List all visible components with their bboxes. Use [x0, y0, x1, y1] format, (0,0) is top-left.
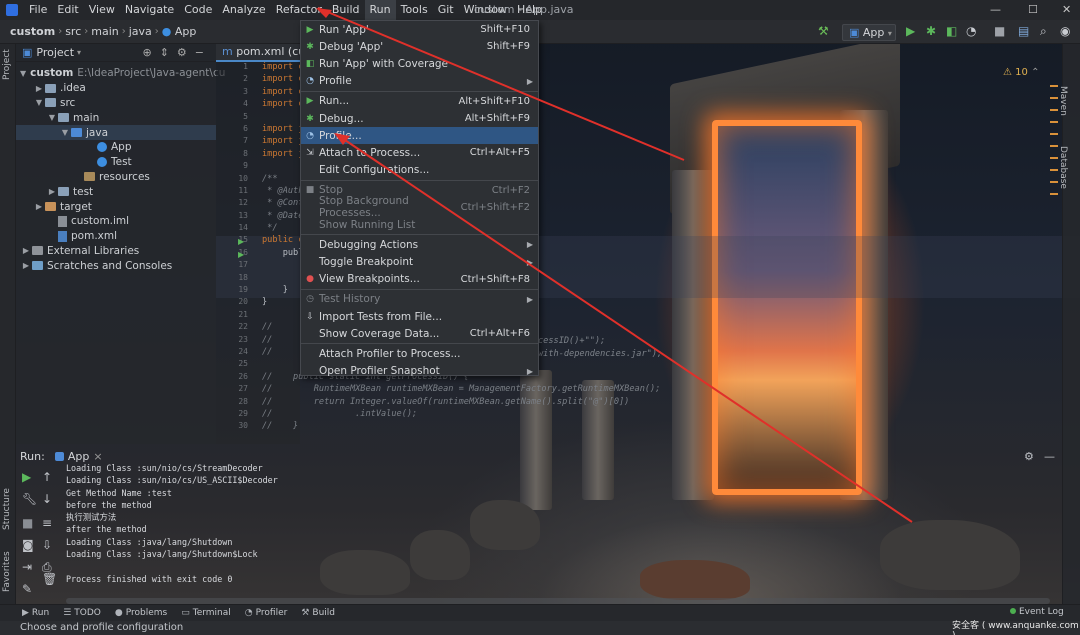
arrowhead-icon — [316, 8, 332, 18]
annotation-arrows — [316, 7, 913, 523]
annotation-arrow — [317, 7, 685, 161]
annotation-arrow — [335, 133, 913, 523]
arrowhead-icon — [334, 133, 350, 145]
